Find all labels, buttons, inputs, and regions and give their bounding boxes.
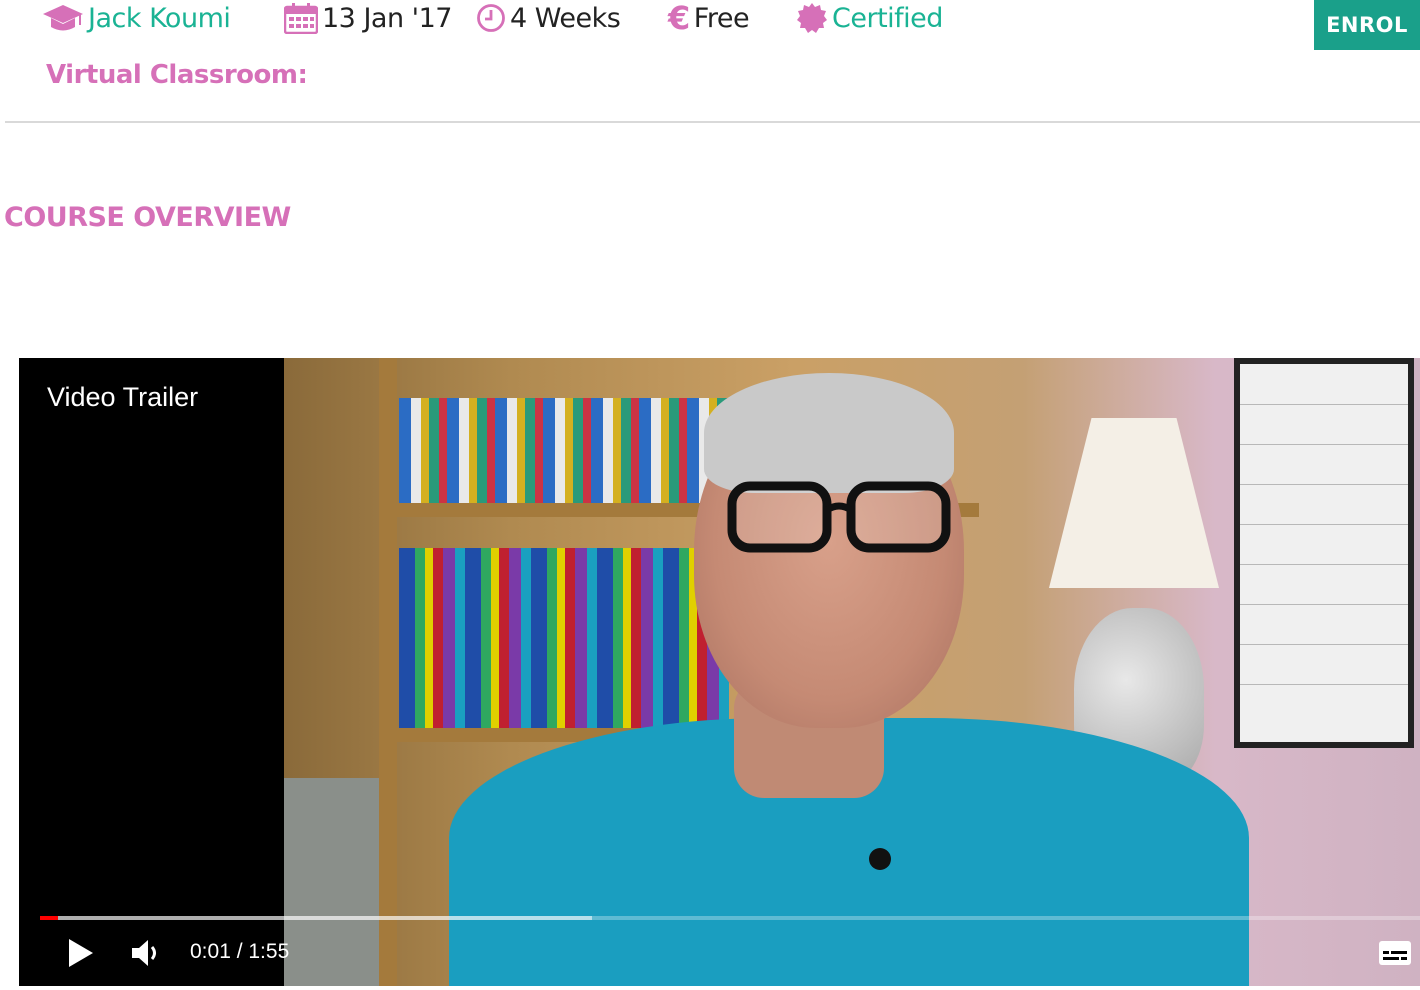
subtitles-icon[interactable] bbox=[1377, 938, 1413, 968]
graduation-cap-icon bbox=[43, 5, 83, 31]
calendar-icon bbox=[284, 3, 318, 34]
instructor-name[interactable]: Jack Koumi bbox=[88, 3, 231, 34]
video-played-bar bbox=[40, 916, 58, 920]
wall-planner-image bbox=[1234, 358, 1414, 748]
duration-text: 4 Weeks bbox=[510, 2, 621, 34]
volume-icon[interactable] bbox=[129, 936, 163, 970]
video-progress-bar[interactable] bbox=[40, 916, 1420, 920]
play-icon[interactable] bbox=[63, 936, 97, 970]
instructor-link[interactable]: Jack Koumi bbox=[42, 0, 231, 38]
certificate-info: Certified bbox=[796, 0, 943, 38]
presenter-hair bbox=[704, 373, 954, 493]
start-date: 13 Jan '17 bbox=[284, 0, 452, 38]
virtual-classroom-label: Virtual Classroom: bbox=[46, 60, 308, 90]
video-buffered-bar bbox=[40, 916, 592, 920]
certificate-badge-icon bbox=[797, 3, 827, 33]
books-top-shelf bbox=[399, 398, 729, 503]
video-title: Video Trailer bbox=[47, 382, 199, 412]
enrol-button[interactable]: ENROL bbox=[1314, 0, 1420, 50]
section-divider bbox=[5, 121, 1420, 123]
clock-icon bbox=[477, 4, 505, 32]
books-middle-shelf bbox=[399, 548, 729, 728]
euro-icon: € bbox=[668, 0, 690, 37]
bookshelf-side bbox=[379, 358, 397, 986]
video-time-display: 0:01 / 1:55 bbox=[190, 940, 290, 963]
lapel-microphone bbox=[869, 848, 891, 870]
course-duration: 4 Weeks bbox=[476, 0, 621, 38]
price-text: Free bbox=[693, 2, 750, 34]
video-player[interactable]: Video Trailer 0:01 / 1:55 bbox=[19, 358, 1420, 986]
certificate-text: Certified bbox=[832, 2, 943, 34]
video-frame[interactable] bbox=[284, 358, 1420, 986]
filing-cabinet-image bbox=[284, 778, 379, 986]
lamp-shade-image bbox=[1049, 418, 1219, 588]
course-overview-heading: COURSE OVERVIEW bbox=[4, 202, 291, 233]
course-meta-bar: Jack Koumi 13 Jan '17 4 Weeks € Free Cer… bbox=[0, 0, 1420, 50]
course-price: € Free bbox=[668, 0, 750, 38]
start-date-text: 13 Jan '17 bbox=[322, 2, 452, 34]
presenter-glasses bbox=[727, 481, 951, 553]
